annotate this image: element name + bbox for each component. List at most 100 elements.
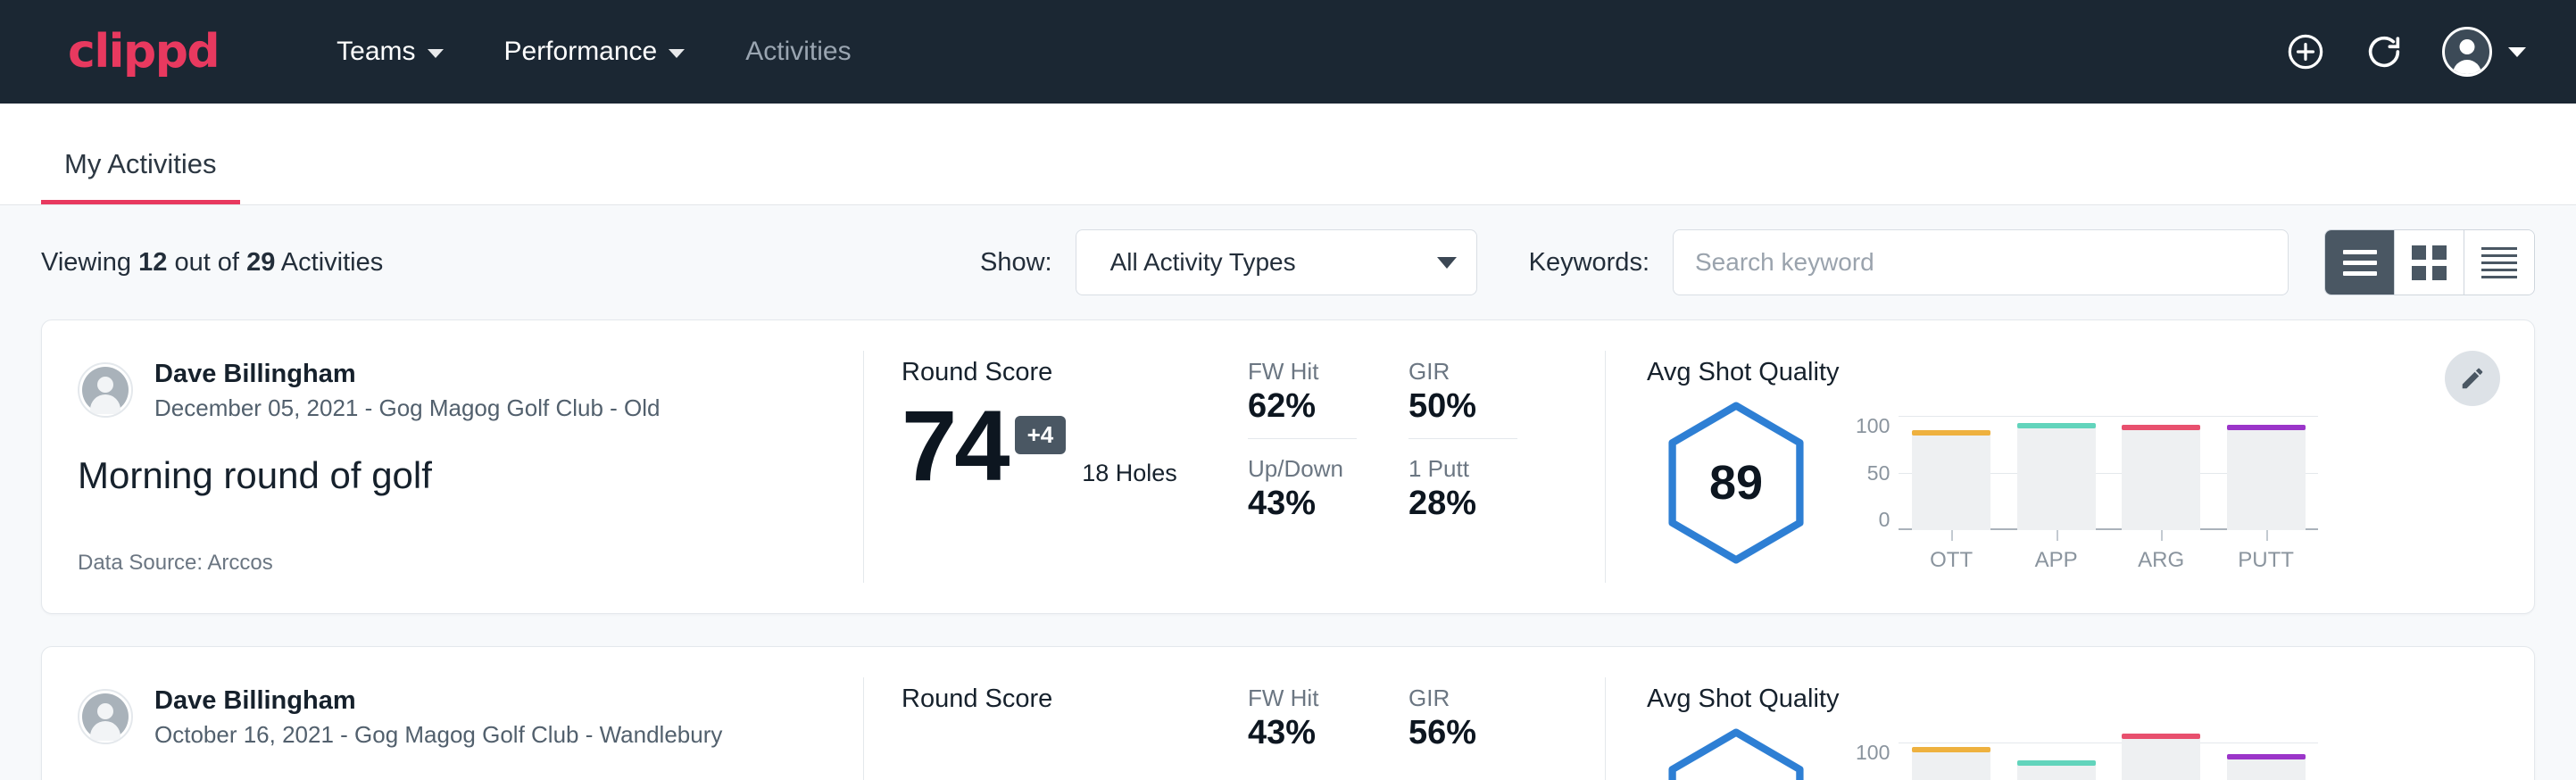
x-label-putt: PUTT	[2214, 530, 2319, 573]
y-tick-50: 50	[1856, 463, 1890, 484]
activity-stats: FW Hit 43% GIR 56%	[1248, 647, 1605, 780]
stat-divider	[1248, 438, 1357, 439]
round-score-section: Round Score 74 +4 18 Holes	[864, 320, 1248, 613]
activity-card[interactable]: Dave Billingham October 16, 2021 - Gog M…	[41, 646, 2535, 780]
compact-view-button[interactable]	[2464, 230, 2534, 295]
bar-putt: 87	[2214, 759, 2319, 780]
x-text-ott: OTT	[1930, 548, 1973, 572]
tab-label: My Activities	[64, 148, 217, 179]
stat-value-fw-hit: 43%	[1248, 714, 1408, 752]
bar-cap-app	[2017, 423, 2096, 428]
avg-shot-quality-body: 89 100 50 0 85	[1647, 393, 2534, 573]
compact-list-icon	[2481, 247, 2517, 278]
viewing-total: 29	[246, 248, 275, 277]
bar-cap-ott	[1912, 430, 1990, 436]
x-text-putt: PUTT	[2238, 548, 2294, 572]
stat-group-right: GIR 50% 1 Putt 28%	[1408, 358, 1569, 613]
activity-player: Dave Billingham December 05, 2021 - Gog …	[78, 358, 863, 422]
bar-cap-putt	[2227, 754, 2306, 759]
nav-item-performance[interactable]: Performance	[474, 37, 716, 67]
view-toggle-group	[2324, 229, 2535, 295]
quality-hexagon: 89	[1647, 400, 1825, 566]
list-icon	[2343, 250, 2377, 276]
stat-value-fw-hit: 62%	[1248, 387, 1408, 426]
stat-label-up-down: Up/Down	[1248, 455, 1408, 483]
activity-info: Dave Billingham December 05, 2021 - Gog …	[42, 320, 863, 613]
activity-type-select[interactable]: All Activity Types	[1076, 229, 1477, 295]
shot-quality-chart: 100 50 0 94	[1856, 719, 2318, 780]
edit-activity-button[interactable]	[2445, 351, 2500, 406]
round-score-row: 74 +4 18 Holes	[902, 396, 1248, 496]
navbar-actions	[2285, 27, 2526, 77]
bar-cap-ott	[1912, 747, 1990, 752]
quality-score-value: 89	[1709, 455, 1763, 510]
stat-value-1-putt: 28%	[1408, 485, 1569, 523]
activity-meta: October 16, 2021 - Gog Magog Golf Club -…	[154, 721, 722, 749]
stat-label-gir: GIR	[1408, 685, 1569, 712]
activity-player: Dave Billingham October 16, 2021 - Gog M…	[78, 685, 863, 749]
chart-x-axis: OTT APP ARG	[1899, 530, 2318, 573]
plus-circle-icon[interactable]	[2285, 31, 2326, 72]
refresh-icon[interactable]	[2364, 31, 2405, 72]
viewing-prefix: Viewing	[41, 248, 131, 277]
search-input[interactable]	[1673, 229, 2289, 295]
bar-app: 82	[2004, 765, 2109, 780]
chart-y-axis: 100 50 0	[1856, 743, 1899, 780]
bar-cap-app	[2017, 760, 2096, 766]
player-avatar-icon	[78, 362, 133, 418]
main-content: Viewing 12 out of 29 Activities Show: Al…	[0, 205, 2576, 780]
nav-item-activities[interactable]: Activities	[715, 37, 881, 67]
activity-title: Morning round of golf	[78, 454, 863, 497]
y-tick-0: 0	[1856, 510, 1890, 530]
bar-cap-arg	[2122, 425, 2200, 430]
list-view-button[interactable]	[2325, 230, 2395, 295]
x-text-app: APP	[2035, 548, 2078, 572]
x-label-arg: ARG	[2108, 530, 2214, 573]
viewing-count: 12	[138, 248, 167, 277]
chevron-down-icon	[669, 49, 685, 58]
round-score-label: Round Score	[902, 358, 1248, 387]
chart-plot-area: 85 90	[1899, 393, 2318, 573]
bar-ott: 85	[1899, 435, 2004, 530]
stat-label-1-putt: 1 Putt	[1408, 455, 1569, 483]
x-text-arg: ARG	[2138, 548, 2184, 572]
player-name: Dave Billingham	[154, 358, 661, 390]
tab-my-activities[interactable]: My Activities	[41, 148, 240, 204]
hexagon-icon	[1661, 726, 1811, 780]
bar-cap-putt	[2227, 425, 2306, 430]
round-score-value: 74	[902, 396, 1008, 496]
round-score-label: Round Score	[902, 685, 1248, 714]
avg-shot-quality-body: 100 50 0 94	[1647, 719, 2534, 780]
account-menu[interactable]	[2442, 27, 2526, 77]
score-delta-badge: +4	[1015, 416, 1067, 454]
chevron-down-icon	[1437, 257, 1457, 269]
show-label: Show:	[980, 248, 1052, 278]
primary-nav: Teams Performance Activities	[306, 37, 881, 67]
stat-value-gir: 50%	[1408, 387, 1569, 426]
activity-card[interactable]: Dave Billingham December 05, 2021 - Gog …	[41, 319, 2535, 614]
bar-app: 90	[2004, 427, 2109, 530]
y-tick-100: 100	[1856, 416, 1890, 436]
holes-played: 18 Holes	[1082, 460, 1177, 496]
avg-shot-quality-section: Avg Shot Quality 89 100 50 0	[1606, 320, 2534, 613]
nav-label-performance: Performance	[504, 37, 658, 67]
chevron-down-icon	[2508, 47, 2526, 57]
activity-data-source: Data Source: Arccos	[78, 551, 273, 576]
grid-view-button[interactable]	[2395, 230, 2464, 295]
keywords-label: Keywords:	[1529, 248, 1649, 278]
chart-plot-area: 94 82	[1899, 719, 2318, 780]
stat-group-left: FW Hit 62% Up/Down 43%	[1248, 358, 1408, 613]
y-tick-100: 100	[1856, 743, 1890, 763]
top-navbar: clippd Teams Performance Activities	[0, 0, 2576, 104]
app-logo[interactable]: clippd	[68, 25, 219, 79]
nav-label-activities: Activities	[745, 37, 851, 67]
stat-divider	[1408, 438, 1517, 439]
stat-value-up-down: 43%	[1248, 485, 1408, 523]
avg-shot-quality-section: Avg Shot Quality 100 50 0	[1606, 647, 2534, 780]
chart-bars: 85 90	[1899, 393, 2318, 530]
chevron-down-icon	[428, 49, 444, 58]
filter-bar: Viewing 12 out of 29 Activities Show: Al…	[41, 205, 2535, 319]
player-name: Dave Billingham	[154, 685, 722, 717]
round-score-section: Round Score	[864, 647, 1248, 780]
nav-item-teams[interactable]: Teams	[306, 37, 473, 67]
